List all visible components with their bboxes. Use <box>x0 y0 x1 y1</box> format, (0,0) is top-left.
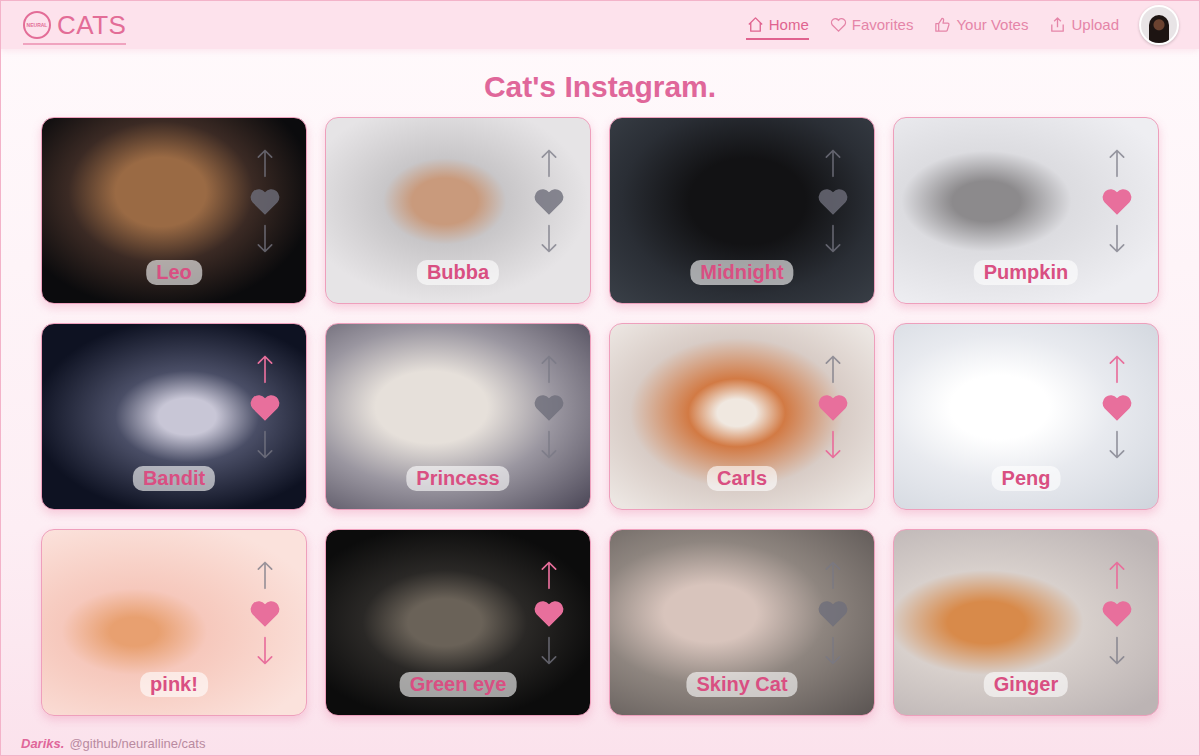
vote-down-icon[interactable] <box>1107 222 1127 256</box>
vote-down-icon[interactable] <box>823 634 843 668</box>
heart-icon[interactable] <box>1100 186 1134 216</box>
nav: Home Favorites Your Votes Upload <box>746 5 1179 45</box>
cat-name: Carls <box>707 466 777 491</box>
footer-link[interactable]: @github/neuralline/cats <box>69 736 205 751</box>
nav-item[interactable]: Your Votes <box>933 11 1028 40</box>
heart-icon[interactable] <box>532 392 566 422</box>
cat-name: Pumpkin <box>974 260 1078 285</box>
cat-name: pink! <box>140 672 208 697</box>
vote-down-icon[interactable] <box>823 428 843 462</box>
vote-up-icon[interactable] <box>823 558 843 592</box>
card-actions <box>816 352 850 462</box>
vote-down-icon[interactable] <box>823 222 843 256</box>
user-avatar[interactable] <box>1139 5 1179 45</box>
cat-card[interactable]: Pumpkin <box>893 117 1159 304</box>
cat-card[interactable]: Leo <box>41 117 307 304</box>
card-actions <box>248 146 282 256</box>
vote-up-icon[interactable] <box>539 146 559 180</box>
card-actions <box>248 352 282 462</box>
home-icon <box>746 15 765 34</box>
cat-name: Ginger <box>984 672 1068 697</box>
vote-down-icon[interactable] <box>539 428 559 462</box>
heart-icon[interactable] <box>532 598 566 628</box>
heart-icon[interactable] <box>1100 598 1134 628</box>
nav-item[interactable]: Favorites <box>829 11 914 40</box>
card-actions <box>816 558 850 668</box>
vote-up-icon[interactable] <box>823 146 843 180</box>
heart-icon[interactable] <box>1100 392 1134 422</box>
vote-up-icon[interactable] <box>1107 558 1127 592</box>
cat-card[interactable]: Skiny Cat <box>609 529 875 716</box>
heart-icon[interactable] <box>248 186 282 216</box>
vote-up-icon[interactable] <box>1107 146 1127 180</box>
footer: Dariks. @github/neuralline/cats <box>1 734 1199 755</box>
cat-card[interactable]: pink! <box>41 529 307 716</box>
vote-up-icon[interactable] <box>1107 352 1127 386</box>
thumbs-up-icon <box>933 15 952 34</box>
heart-icon[interactable] <box>816 598 850 628</box>
heart-icon[interactable] <box>816 392 850 422</box>
cat-name: Peng <box>992 466 1061 491</box>
card-actions <box>532 352 566 462</box>
cat-name: Green eye <box>400 672 517 697</box>
vote-down-icon[interactable] <box>539 634 559 668</box>
heart-icon[interactable] <box>532 186 566 216</box>
card-actions <box>1100 352 1134 462</box>
cat-card[interactable]: Bandit <box>41 323 307 510</box>
main: Cat's Instagram. Leo Bubba Midnight Pumpkin B… <box>1 49 1199 734</box>
card-actions <box>816 146 850 256</box>
cat-name: Skiny Cat <box>686 672 797 697</box>
cat-card[interactable]: Princess <box>325 323 591 510</box>
vote-down-icon[interactable] <box>255 428 275 462</box>
vote-up-icon[interactable] <box>539 352 559 386</box>
cat-card[interactable]: Bubba <box>325 117 591 304</box>
cat-name: Midnight <box>690 260 793 285</box>
logo[interactable]: NEURALCATS <box>23 10 126 45</box>
cat-card[interactable]: Green eye <box>325 529 591 716</box>
favorites-icon <box>829 15 848 34</box>
vote-down-icon[interactable] <box>1107 428 1127 462</box>
card-actions <box>532 146 566 256</box>
vote-up-icon[interactable] <box>255 558 275 592</box>
vote-down-icon[interactable] <box>1107 634 1127 668</box>
vote-down-icon[interactable] <box>255 222 275 256</box>
card-actions <box>1100 146 1134 256</box>
vote-down-icon[interactable] <box>539 222 559 256</box>
cat-card[interactable]: Carls <box>609 323 875 510</box>
cat-card[interactable]: Midnight <box>609 117 875 304</box>
upload-icon <box>1048 15 1067 34</box>
card-actions <box>532 558 566 668</box>
nav-item[interactable]: Upload <box>1048 11 1119 40</box>
nav-item[interactable]: Home <box>746 11 809 40</box>
header: NEURALCATS Home Favorites Your Votes Upload <box>1 1 1199 49</box>
logo-badge: NEURAL <box>23 11 51 39</box>
vote-up-icon[interactable] <box>823 352 843 386</box>
card-actions <box>248 558 282 668</box>
vote-down-icon[interactable] <box>255 634 275 668</box>
card-actions <box>1100 558 1134 668</box>
heart-icon[interactable] <box>248 392 282 422</box>
page: NEURALCATS Home Favorites Your Votes Upload C… <box>0 0 1200 756</box>
cat-name: Princess <box>406 466 509 491</box>
vote-up-icon[interactable] <box>255 352 275 386</box>
cat-card[interactable]: Ginger <box>893 529 1159 716</box>
logo-title: CATS <box>57 10 126 41</box>
heart-icon[interactable] <box>248 598 282 628</box>
cat-name: Bubba <box>417 260 499 285</box>
cat-name: Leo <box>146 260 202 285</box>
vote-up-icon[interactable] <box>539 558 559 592</box>
heart-icon[interactable] <box>816 186 850 216</box>
vote-up-icon[interactable] <box>255 146 275 180</box>
page-title: Cat's Instagram. <box>41 69 1159 105</box>
cat-grid: Leo Bubba Midnight Pumpkin Bandit Princess Car… <box>41 117 1159 716</box>
footer-author: Dariks. <box>21 736 64 751</box>
cat-name: Bandit <box>133 466 215 491</box>
cat-card[interactable]: Peng <box>893 323 1159 510</box>
